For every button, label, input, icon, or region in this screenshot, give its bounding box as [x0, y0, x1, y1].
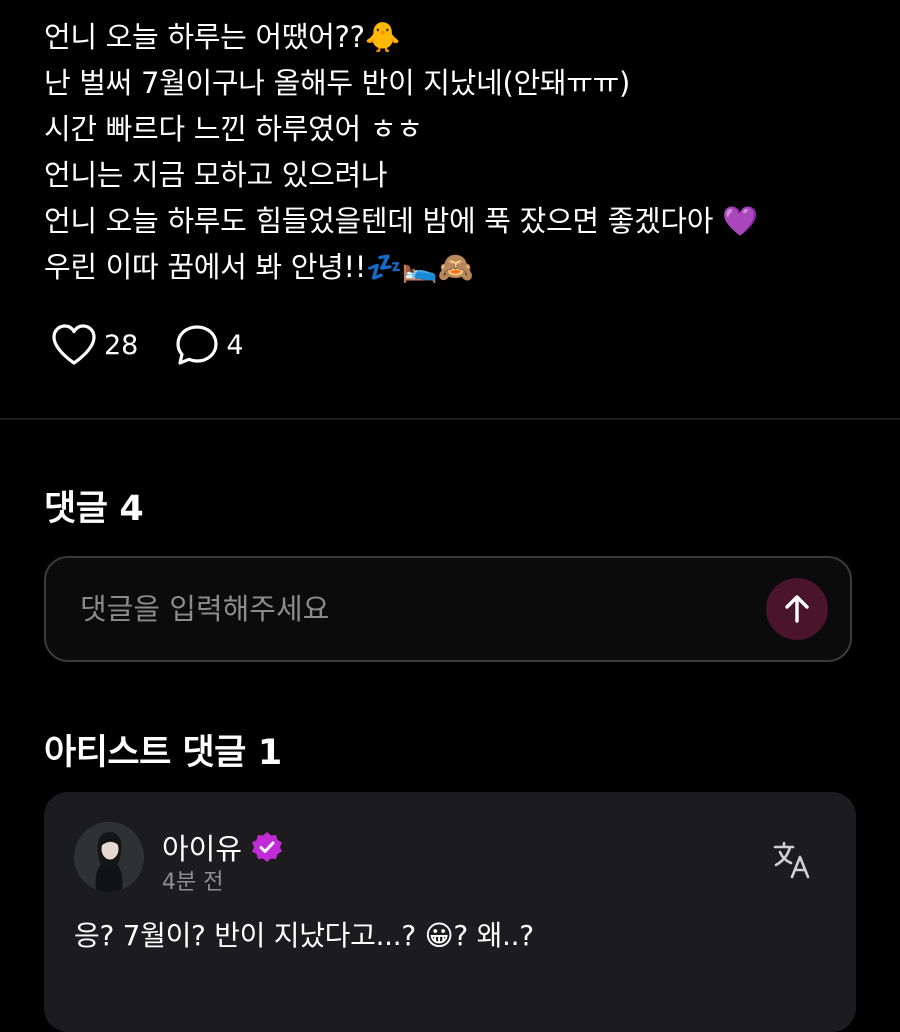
translate-button[interactable] — [772, 840, 812, 880]
post-text-line: 언니 오늘 하루는 어땠어??🐥 — [44, 20, 401, 54]
avatar-portrait — [74, 822, 144, 892]
artist-name[interactable]: 아이유 — [162, 826, 284, 868]
comment-button[interactable]: 4 — [174, 323, 244, 367]
post-text-line: 우린 이따 꿈에서 봐 안녕!!💤🛌🙈 — [44, 250, 474, 284]
avatar[interactable] — [74, 822, 144, 892]
section-divider — [0, 418, 900, 420]
comments-title-label: 댓글 — [44, 489, 108, 529]
post-reactions: 28 4 — [50, 322, 280, 368]
comments-title-count: 4 — [119, 489, 144, 529]
translate-icon — [773, 841, 810, 879]
like-count: 28 — [104, 329, 139, 361]
artist-comment-card[interactable]: 아이유 4분 전 응? 7월이? 반이 지났다고...? 😀? 왜..? — [44, 792, 856, 1032]
comments-title: 댓글 4 — [44, 480, 144, 531]
comment-time: 4분 전 — [162, 870, 224, 895]
artist-comments-title-label: 아티스트 댓글 — [44, 733, 246, 773]
post-body: 언니 오늘 하루는 어땠어??🐥 난 벌써 7월이구나 올해두 반이 지났네(안… — [44, 14, 864, 290]
comment-input-box — [44, 556, 852, 662]
verified-badge-icon — [252, 832, 283, 862]
like-button[interactable]: 28 — [50, 323, 138, 367]
artist-comments-count: 1 — [257, 733, 282, 773]
artist-comment-text: 응? 7월이? 반이 지났다고...? 😀? 왜..? — [74, 919, 534, 952]
post-text-line: 시간 빠르다 느낀 하루였어 ㅎㅎ — [44, 112, 423, 146]
heart-outline-icon — [52, 324, 96, 365]
post-text-line: 언니는 지금 모하고 있으려나 — [44, 158, 388, 192]
artist-comments-title: 아티스트 댓글 1 — [44, 724, 282, 775]
post-text-line: 언니 오늘 하루도 힘들었을텐데 밤에 푹 잤으면 좋겠다아 💜 — [44, 204, 758, 238]
post-text-line: 난 벌써 7월이구나 올해두 반이 지났네(안돼ㅠㅠ) — [44, 66, 630, 100]
speech-bubble-icon — [176, 325, 218, 365]
comment-count: 4 — [226, 329, 244, 361]
comment-input[interactable] — [80, 582, 720, 636]
arrow-up-icon — [785, 595, 809, 623]
send-button[interactable] — [766, 578, 828, 640]
artist-name-text: 아이유 — [162, 832, 243, 866]
